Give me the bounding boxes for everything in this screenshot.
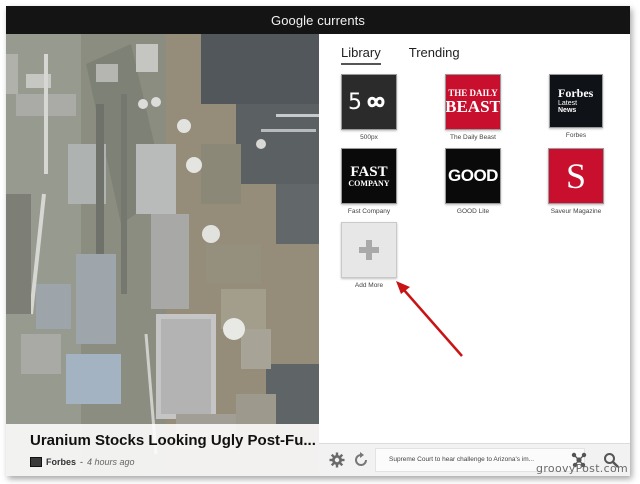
tab-trending[interactable]: Trending <box>409 45 460 65</box>
library-item-label: GOOD Lite <box>456 208 490 215</box>
library-item-fast-company[interactable]: FAST COMPANY Fast Company <box>341 148 397 215</box>
story-caption: Uranium Stocks Looking Ugly Post-Fu... F… <box>6 424 319 476</box>
library-item-label: Fast Company <box>347 208 391 215</box>
app-header: Google currents <box>6 6 630 34</box>
library-item-label: The Daily Beast <box>450 134 496 141</box>
featured-story[interactable]: Uranium Stocks Looking Ugly Post-Fu... F… <box>6 34 319 476</box>
saveur-logo: S <box>548 148 604 204</box>
tab-library[interactable]: Library <box>341 45 381 65</box>
library-item-forbes[interactable]: Forbes Latest News Forbes <box>548 74 604 139</box>
forbes-logo: Forbes Latest News <box>549 74 603 128</box>
story-source: Forbes - 4 hours ago <box>30 457 135 467</box>
plus-icon <box>341 222 397 278</box>
tablet-screen: Google currents Uranium Stocks Looking U… <box>6 6 630 476</box>
story-time: 4 hours ago <box>87 457 135 467</box>
library-panel: Library Trending 5 500px THE DAILY BEAST… <box>319 34 630 476</box>
aerial-photo <box>6 34 319 476</box>
500px-logo: 5 <box>341 74 397 130</box>
fast-company-logo: FAST COMPANY <box>341 148 397 204</box>
library-item-daily-beast[interactable]: THE DAILY BEAST The Daily Beast <box>445 74 501 141</box>
library-item-500px[interactable]: 5 500px <box>341 74 397 141</box>
add-more-button[interactable]: Add More <box>341 222 397 289</box>
source-name: Forbes <box>46 457 77 467</box>
library-item-label: Forbes <box>565 132 587 139</box>
library-item-label: Saveur Magazine <box>550 208 602 215</box>
infinity-icon <box>367 96 385 108</box>
library-item-label: Add More <box>354 282 384 289</box>
google-currents-logo: Google currents <box>270 12 365 28</box>
library-item-saveur[interactable]: S Saveur Magazine <box>548 148 604 215</box>
refresh-icon[interactable] <box>353 452 369 468</box>
source-icon <box>30 457 42 467</box>
story-headline[interactable]: Uranium Stocks Looking Ugly Post-Fu... <box>30 432 316 449</box>
watermark: groovyPost.com <box>536 462 628 475</box>
daily-beast-logo: THE DAILY BEAST <box>445 74 501 130</box>
library-item-good-lite[interactable]: GOOD GOOD Lite <box>445 148 501 215</box>
section-tabs: Library Trending <box>341 45 460 65</box>
settings-gear-icon[interactable] <box>329 452 345 468</box>
library-item-label: 500px <box>360 134 378 141</box>
good-logo: GOOD <box>445 148 501 204</box>
